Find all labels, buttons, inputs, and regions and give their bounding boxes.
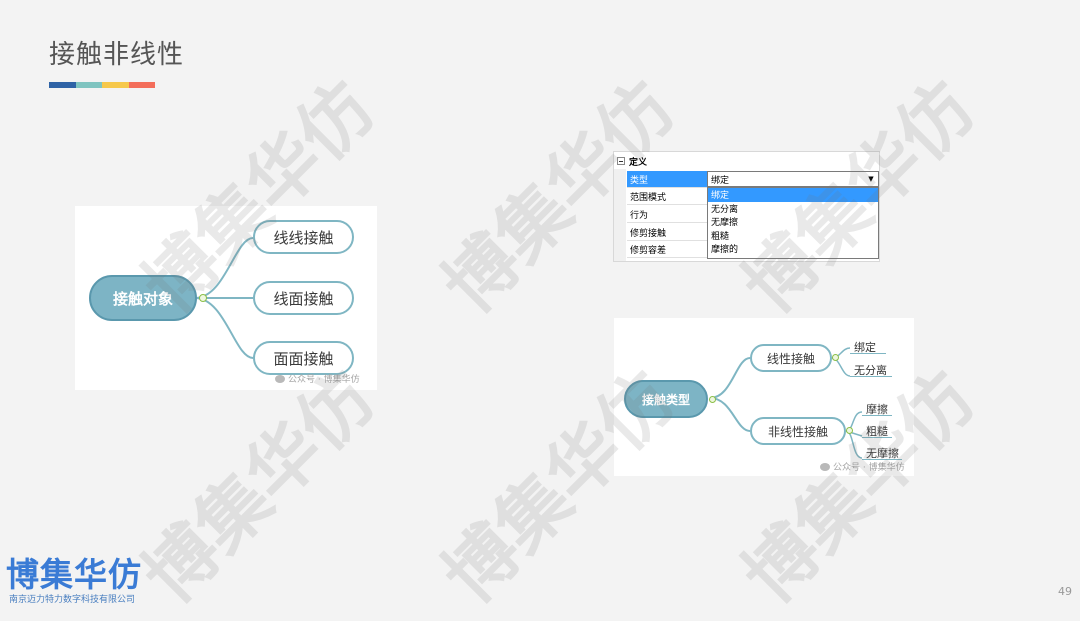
grid-row-scope-mode[interactable]: 范围模式: [627, 188, 707, 205]
type-dropdown-list: 绑定 无分离 无摩擦 粗糙 摩擦的: [707, 187, 879, 259]
title-color-bar: [49, 82, 155, 88]
wechat-icon: [275, 374, 285, 383]
title-bar-segment: [102, 82, 129, 88]
grid-sidebar: [614, 169, 626, 261]
type-select[interactable]: 绑定 ▼: [707, 171, 879, 187]
grid-row-type[interactable]: 类型: [627, 171, 707, 188]
mindmap-root-node: 接触类型: [624, 380, 708, 418]
collapse-toggle-icon: [832, 354, 839, 361]
grid-row-behavior[interactable]: 行为: [627, 206, 707, 223]
slide-title: 接触非线性: [49, 40, 185, 70]
collapse-minus-icon[interactable]: [617, 157, 625, 165]
dropdown-option[interactable]: 无分离: [708, 202, 878, 216]
panel-source-mark: 公众号 · 博集华仿: [820, 460, 905, 473]
type-select-value: 绑定: [711, 175, 730, 186]
page-number: 49: [1058, 585, 1072, 598]
brand-company-name: 南京迈力特力数字科技有限公司: [9, 595, 136, 605]
grid-row-trim-tolerance[interactable]: 修剪容差: [627, 241, 707, 258]
mindmap-branch-node: 面面接触: [253, 341, 354, 375]
grid-section-label: 定义: [629, 157, 648, 168]
mindmap-branch-node: 线面接触: [253, 281, 354, 315]
grid-section-header[interactable]: 定义: [614, 154, 647, 168]
dropdown-option[interactable]: 粗糙: [708, 229, 878, 243]
contact-property-grid: 定义 类型 范围模式 行为 修剪接触 修剪容差 绑定 ▼ 绑定 无分离 无摩擦 …: [613, 151, 880, 262]
leaf-underline: [862, 415, 892, 416]
dropdown-option[interactable]: 绑定: [708, 188, 878, 202]
title-bar-segment: [75, 82, 102, 88]
collapse-toggle-icon: [846, 427, 853, 434]
mindmap-branch-node: 非线性接触: [750, 417, 846, 445]
dropdown-option[interactable]: 摩擦的: [708, 242, 878, 256]
title-bar-segment: [49, 82, 76, 88]
source-mark-text: 公众号 · 博集华仿: [833, 463, 905, 473]
source-mark-text: 公众号 · 博集华仿: [288, 375, 360, 385]
leaf-underline: [862, 437, 892, 438]
panel-source-mark: 公众号 · 博集华仿: [275, 372, 360, 385]
title-bar-segment: [128, 82, 155, 88]
dropdown-option[interactable]: 无摩擦: [708, 215, 878, 229]
collapse-toggle-icon: [199, 294, 207, 302]
contact-types-mindmap: 接触类型 线性接触 非线性接触 绑定 无分离 摩擦 粗糙 无摩擦 公众号 · 博…: [614, 318, 914, 476]
mindmap-branch-node: 线性接触: [750, 344, 832, 372]
grid-row-trim-contact[interactable]: 修剪接触: [627, 224, 707, 241]
wechat-icon: [820, 462, 830, 471]
collapse-toggle-icon: [709, 396, 716, 403]
leaf-underline: [850, 376, 892, 377]
contact-objects-mindmap: 接触对象 线线接触 线面接触 面面接触 公众号 · 博集华仿: [75, 206, 377, 390]
brand-logo: 博集华仿: [6, 555, 142, 594]
mindmap-root-node: 接触对象: [89, 275, 197, 321]
leaf-underline: [850, 353, 886, 354]
mindmap-branch-node: 线线接触: [253, 220, 354, 254]
dropdown-arrow-icon[interactable]: ▼: [865, 173, 877, 185]
